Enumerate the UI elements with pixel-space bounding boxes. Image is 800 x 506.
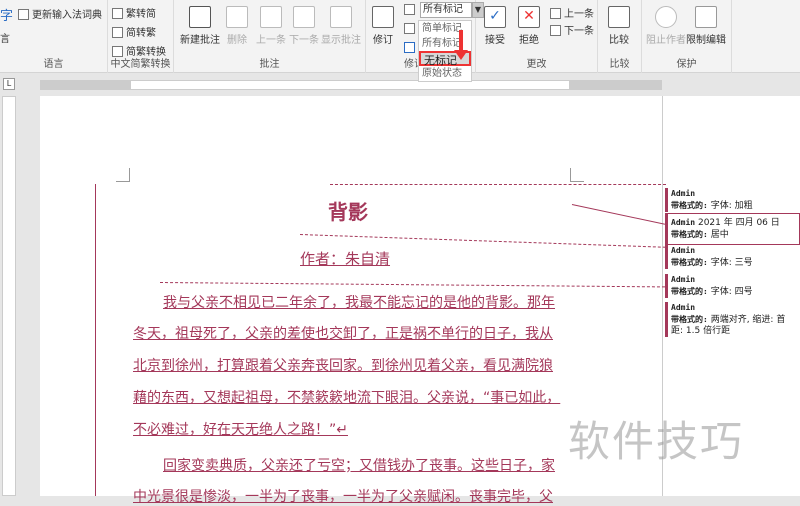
crop-mark [116,168,130,182]
paragraph-line[interactable]: 中光景很是惨淡，一半为了丧事，一半为了父亲赋闲。丧事完毕，父 [133,486,569,506]
group-comments: 新建批注 删除 上一条 下一条 显示批注 批注 [174,0,366,73]
balloon-author: Admin [671,189,696,198]
comment-balloon[interactable]: Admin 带格式的: 字体: 四号 [665,274,800,298]
show-comments-button[interactable]: 显示批注 [321,6,361,46]
prev-icon [260,6,282,28]
update-ime-button[interactable]: 更新输入法词典 [18,6,102,21]
group-label: 保护 [676,59,697,70]
paragraph-line[interactable]: 我与父亲不相见已二年余了，我最不能忘记的是他的背影。那年 [133,292,569,312]
block-authors-icon [655,6,677,28]
track-changes-button[interactable]: 修订 [372,6,394,46]
balloon-author: Admin [671,275,696,284]
paragraph-line[interactable]: 北京到徐州，打算跟着父亲奔丧回家。到徐州见着父亲，看见满院狼 [133,355,569,375]
reject-button[interactable]: ✕ 拒绝 [518,6,540,46]
vertical-ruler[interactable] [2,96,16,496]
group-language: 字 言 更新输入法词典 语言 [0,0,108,73]
comment-balloon[interactable]: Admin 带格式的: 两端对齐, 缩进: 首距: 1.5 倍行距 [665,302,800,337]
translate-button[interactable]: 字 [0,5,13,24]
markup-display-dropdown[interactable]: 所有标记 [420,2,472,18]
balloon-text: 距: 1.5 倍行距 [671,326,731,336]
block-authors-button[interactable]: 阻止作者 [646,6,686,46]
markup-icon[interactable] [404,4,418,16]
new-comment-button[interactable]: 新建批注 [180,6,220,46]
balloon-label: 带格式的: [671,315,708,324]
red-arrowhead-icon [454,50,468,60]
prev-comment-button[interactable]: 上一条 [256,6,286,46]
delete-comment-button[interactable]: 删除 [226,6,248,46]
balloon-author: Admin [671,246,696,255]
paragraph-line[interactable]: 不必难过，好在天无绝人之路！”↵ [133,419,348,439]
next-comment-button[interactable]: 下一条 [289,6,319,46]
compare-button[interactable]: 比较 [608,6,630,46]
balloon-date: 2021 年 四月 06 日 [697,218,780,228]
document-title[interactable]: 背影 [328,196,368,225]
dictionary-icon [18,9,29,20]
restrict-editing-button[interactable]: 限制编辑 [686,6,726,46]
show-comments-icon [330,6,352,28]
comment-balloon[interactable]: Admin 带格式的: 字体: 三号 [665,245,800,269]
reject-icon: ✕ [518,6,540,28]
watermark: 软件技巧 [568,417,745,466]
balloon-text: 字体: 四号 [710,287,753,297]
balloon-label: 带格式的: [671,258,708,267]
t2s-button[interactable]: 繁转简 [112,5,156,20]
compare-icon [608,6,630,28]
group-compare: 比较 比较 [598,0,642,73]
delete-icon [226,6,248,28]
change-bar [95,184,96,496]
accept-button[interactable]: ✓ 接受 [484,6,506,46]
comment-balloon[interactable]: Admin 带格式的: 字体: 加粗 [665,188,800,212]
group-protect: 阻止作者 限制编辑 保护 [642,0,732,73]
ruler-margin-right [570,80,662,90]
group-chinese-conversion: 繁转简 简转繁 简繁转换 中文简繁转换 [108,0,174,73]
show-markup-icon[interactable] [404,23,418,35]
balloon-label: 带格式的: [671,201,708,210]
balloon-label: 带格式的: [671,230,708,239]
group-changes: ✓ 接受 ✕ 拒绝 上一条 下一条 更改 [476,0,598,73]
document-author[interactable]: 作者：朱自清 [300,248,390,269]
track-changes-icon [372,6,394,28]
group-label: 语言 [43,59,64,70]
reviewing-pane-icon[interactable] [404,42,418,54]
balloon-text: 字体: 加粗 [710,201,753,211]
balloon-author: Admin [671,218,696,227]
checkmark-icon: ✓ [484,6,506,28]
comment-balloon-active[interactable]: Admin 2021 年 四月 06 日带格式的: 居中 [665,213,800,245]
s2t-button[interactable]: 简转繁 [112,24,156,39]
balloon-label: 带格式的: [671,287,708,296]
lock-icon [695,6,717,28]
group-label: 比较 [609,59,630,70]
menu-item-all-markup[interactable]: 所有标记 [419,36,471,51]
balloon-author: Admin [671,303,696,312]
balloon-text: 两端对齐, 缩进: 首 [710,315,786,325]
next-change-button[interactable]: 下一条 [550,22,594,37]
group-label: 批注 [259,59,280,70]
tab-selector-button[interactable]: L [3,78,15,90]
prev-change-icon [550,8,561,19]
paragraph-line[interactable]: 回家变卖典质，父亲还了亏空；又借钱办了丧事。这些日子，家 [133,455,569,475]
balloon-connector [330,184,666,185]
s2t-icon [112,27,123,38]
ruler-text-area [130,80,570,90]
group-label: 中文简繁转换 [110,59,171,70]
ruler-margin-left [40,80,130,90]
red-arrow-icon [459,30,463,52]
prev-change-button[interactable]: 上一条 [550,5,594,20]
language-button[interactable]: 言 [0,30,10,45]
menu-item-simple-markup[interactable]: 简单标记 [419,21,471,36]
ribbon: 字 言 更新输入法词典 语言 繁转简 简转繁 简繁转换 中文简繁转换 新建批注 … [0,0,800,73]
horizontal-ruler[interactable] [0,74,800,94]
t2s-icon [112,8,123,19]
balloon-text: 字体: 三号 [710,258,753,268]
menu-item-original[interactable]: 原始状态 [419,66,471,81]
group-label: 更改 [526,59,547,70]
next-change-icon [550,25,561,36]
paragraph-line[interactable]: 冬天，祖母死了，父亲的差使也交卸了，正是祸不单行的日子，我从 [133,323,569,343]
paragraph-line[interactable]: 藉的东西，又想起祖母，不禁簌簌地流下眼泪。父亲说，“事已如此， [133,387,569,407]
new-comment-icon [189,6,211,28]
balloon-text: 居中 [710,230,729,240]
next-icon [293,6,315,28]
crop-mark [570,168,584,182]
